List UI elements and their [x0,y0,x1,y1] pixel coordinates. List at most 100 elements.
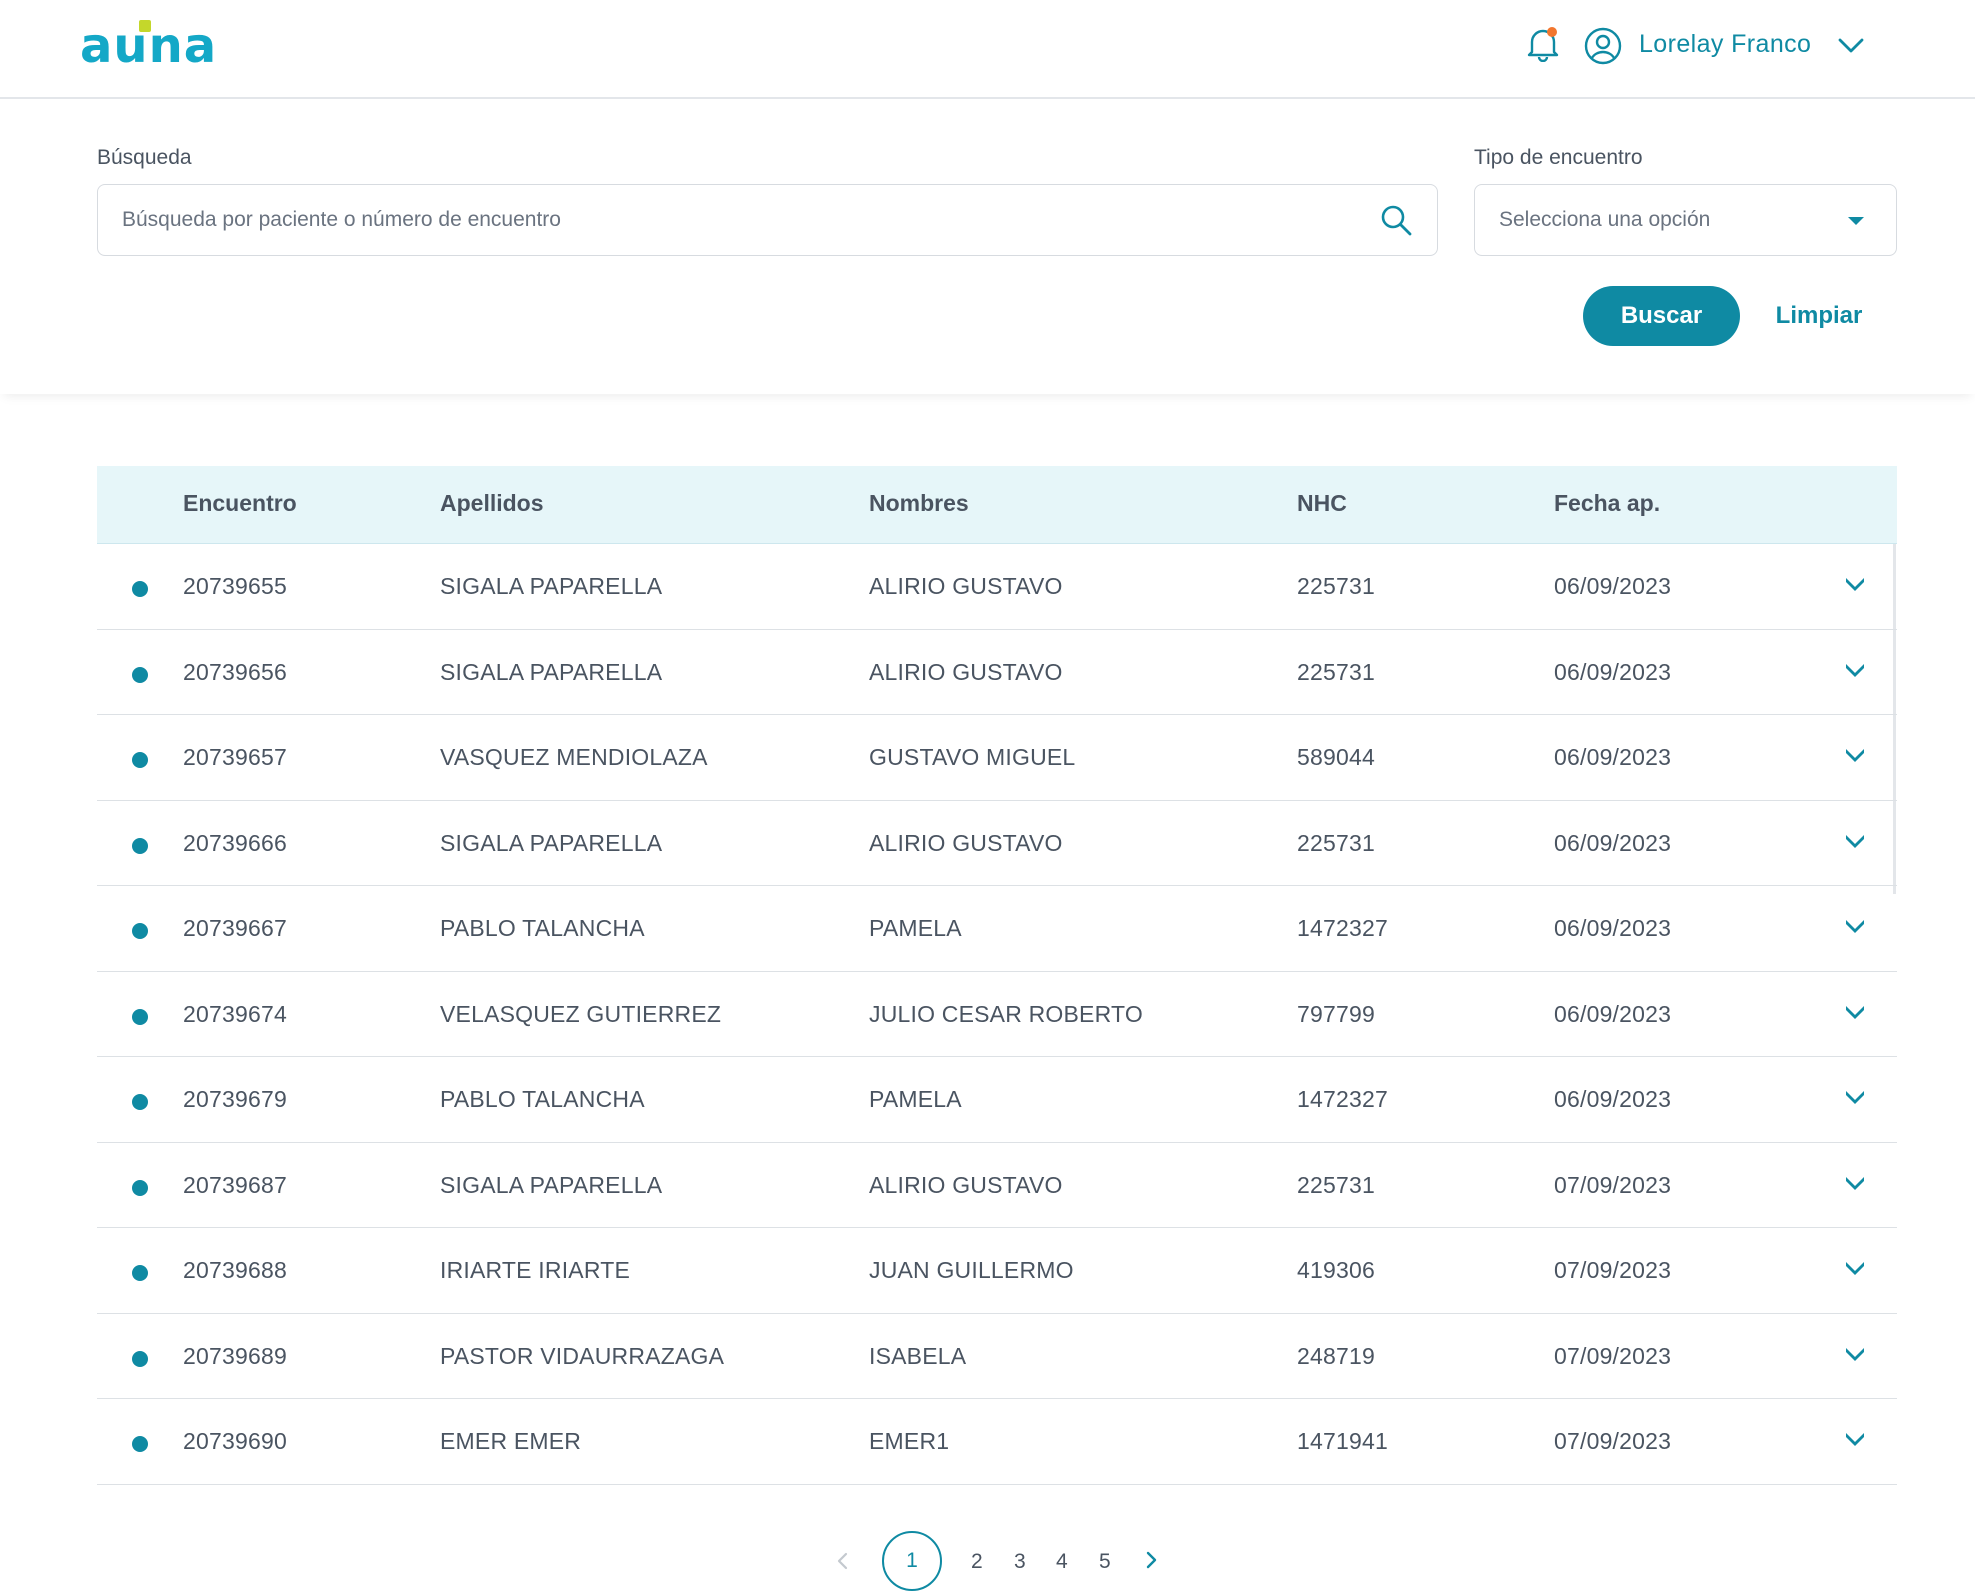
cell-nhc: 1472327 [1297,915,1388,941]
cell-appointment-date: 06/09/2023 [1554,1086,1672,1112]
table-row[interactable]: 20739666 SIGALA PAPARELLA ALIRIO GUSTAVO 22… [97,801,1897,886]
table-row[interactable]: 20739655 SIGALA PAPARELLA ALIRIO GUSTAVO 22… [97,544,1897,630]
page-3[interactable]: 3 [1014,1550,1026,1574]
table-row[interactable]: 20739674 VELASQUEZ GUTIERREZ JULIO CESAR R… [97,972,1897,1057]
column-header-nombres[interactable]: Nombres [869,490,969,517]
logo-letter-a: a [80,18,114,74]
caret-down-icon [1848,217,1864,225]
column-header-nhc[interactable]: NHC [1297,490,1347,517]
table-row[interactable]: 20739690 EMER EMER EMER1 1471941 07/09/2023 [97,1399,1897,1485]
encounter-type-value: Selecciona una opción [1499,208,1711,231]
clear-button[interactable]: Limpiar [1760,286,1878,346]
chevron-right-icon[interactable] [1140,1549,1162,1571]
search-button[interactable]: Buscar [1583,286,1740,346]
cell-nhc: 1471941 [1297,1428,1388,1454]
expand-row-chevron-icon[interactable] [1842,829,1868,853]
table-row[interactable]: 20739687 SIGALA PAPARELLA ALIRIO GUSTAVO 22… [97,1143,1897,1228]
status-dot [132,837,148,854]
table-body: 20739655 SIGALA PAPARELLA ALIRIO GUSTAVO 22… [97,544,1897,1485]
cell-encounter-number: 20739688 [183,1257,287,1283]
cell-nhc: 248719 [1297,1342,1375,1369]
expand-row-chevron-icon[interactable] [1842,1085,1868,1109]
status-dot [132,1179,148,1196]
page-current[interactable]: 1 [882,1531,942,1591]
search-icon[interactable] [1379,203,1413,237]
cell-first-names: PAMELA [869,915,962,941]
top-bar: au na Lorelay Franco [0,0,1975,99]
cell-encounter-number: 20739690 [183,1428,287,1454]
status-dot [132,923,148,939]
encounters-table: Encuentro Apellidos Nombres NHC Fecha ap… [97,466,1897,1485]
table-row[interactable]: 20739657 VASQUEZ MENDIOLAZA GUSTAVO MIGUEL… [97,715,1897,801]
expand-row-chevron-icon[interactable] [1842,1000,1868,1024]
cell-last-names: PASTOR VIDAURRAZAGA [440,1342,725,1369]
status-dot [132,1094,148,1110]
cell-encounter-number: 20739674 [183,1000,287,1027]
table-row[interactable]: 20739679 PABLO TALANCHA PAMELA 1472327 06/09… [97,1057,1897,1143]
cell-nhc: 225731 [1297,658,1375,685]
user-name[interactable]: Lorelay Franco [1639,30,1811,59]
status-dot [132,1265,148,1281]
cell-first-names: ALIRIO GUSTAVO [869,829,1063,856]
user-circle-icon[interactable] [1584,27,1622,65]
encounter-type-select[interactable]: Selecciona una opción [1474,184,1897,256]
cell-appointment-date: 06/09/2023 [1554,658,1672,685]
cell-encounter-number: 20739679 [183,1086,287,1112]
expand-row-chevron-icon[interactable] [1842,743,1868,767]
cell-nhc: 225731 [1297,829,1375,856]
notification-dot [1547,27,1557,37]
cell-appointment-date: 07/09/2023 [1554,1342,1672,1369]
cell-encounter-number: 20739657 [183,744,287,770]
logo-letter-u: u [113,18,151,74]
column-header-encuentro[interactable]: Encuentro [183,490,297,517]
filter-panel: Búsqueda Tipo de encuentro Selecciona un… [0,100,1975,394]
page-4[interactable]: 4 [1056,1550,1068,1574]
table-row[interactable]: 20739667 PABLO TALANCHA PAMELA 1472327 06/09… [97,886,1897,972]
cell-first-names: ALIRIO GUSTAVO [869,573,1063,599]
cell-last-names: IRIARTE IRIARTE [440,1257,631,1283]
cell-appointment-date: 07/09/2023 [1554,1428,1672,1454]
expand-row-chevron-icon[interactable] [1842,572,1868,596]
cell-last-names: PABLO TALANCHA [440,1086,645,1112]
search-field[interactable] [97,184,1438,256]
table-row[interactable]: 20739689 PASTOR VIDAURRAZAGA ISABELA 248719… [97,1314,1897,1399]
cell-first-names: ALIRIO GUSTAVO [869,1171,1063,1198]
status-dot [132,752,148,768]
cell-appointment-date: 06/09/2023 [1554,1000,1672,1027]
page-2[interactable]: 2 [971,1550,983,1574]
logo-letters-na: na [148,18,218,74]
cell-last-names: SIGALA PAPARELLA [440,1171,663,1198]
search-input[interactable] [122,185,1352,255]
cell-first-names: PAMELA [869,1086,962,1112]
cell-appointment-date: 06/09/2023 [1554,915,1672,941]
cell-last-names: SIGALA PAPARELLA [440,573,663,599]
expand-row-chevron-icon[interactable] [1842,658,1868,682]
page-5[interactable]: 5 [1099,1550,1111,1574]
cell-nhc: 225731 [1297,1171,1375,1198]
status-dot [132,581,148,597]
cell-first-names: GUSTAVO MIGUEL [869,744,1076,770]
auna-logo[interactable]: au na [80,20,217,70]
search-label: Búsqueda [97,146,192,169]
table-row[interactable]: 20739688 IRIARTE IRIARTE JUAN GUILLERMO 419… [97,1228,1897,1314]
chevron-down-icon[interactable] [1836,32,1866,58]
table-row[interactable]: 20739656 SIGALA PAPARELLA ALIRIO GUSTAVO 22… [97,630,1897,715]
expand-row-chevron-icon[interactable] [1842,1171,1868,1195]
logo-accent-square [138,20,151,32]
column-header-fecha[interactable]: Fecha ap. [1554,490,1660,517]
expand-row-chevron-icon[interactable] [1842,1342,1868,1366]
expand-row-chevron-icon[interactable] [1842,1256,1868,1280]
bell-icon[interactable] [1526,26,1560,62]
cell-encounter-number: 20739655 [183,573,287,599]
cell-nhc: 1472327 [1297,1086,1388,1112]
table-header: Encuentro Apellidos Nombres NHC Fecha ap… [97,466,1897,544]
cell-first-names: JULIO CESAR ROBERTO [869,1000,1143,1027]
expand-row-chevron-icon[interactable] [1842,1427,1868,1451]
encounter-type-label: Tipo de encuentro [1474,146,1643,169]
cell-encounter-number: 20739656 [183,658,287,685]
chevron-left-icon[interactable] [832,1550,854,1572]
cell-encounter-number: 20739687 [183,1171,287,1198]
expand-row-chevron-icon[interactable] [1842,914,1868,938]
column-header-apellidos[interactable]: Apellidos [440,490,544,517]
cell-last-names: SIGALA PAPARELLA [440,829,663,856]
